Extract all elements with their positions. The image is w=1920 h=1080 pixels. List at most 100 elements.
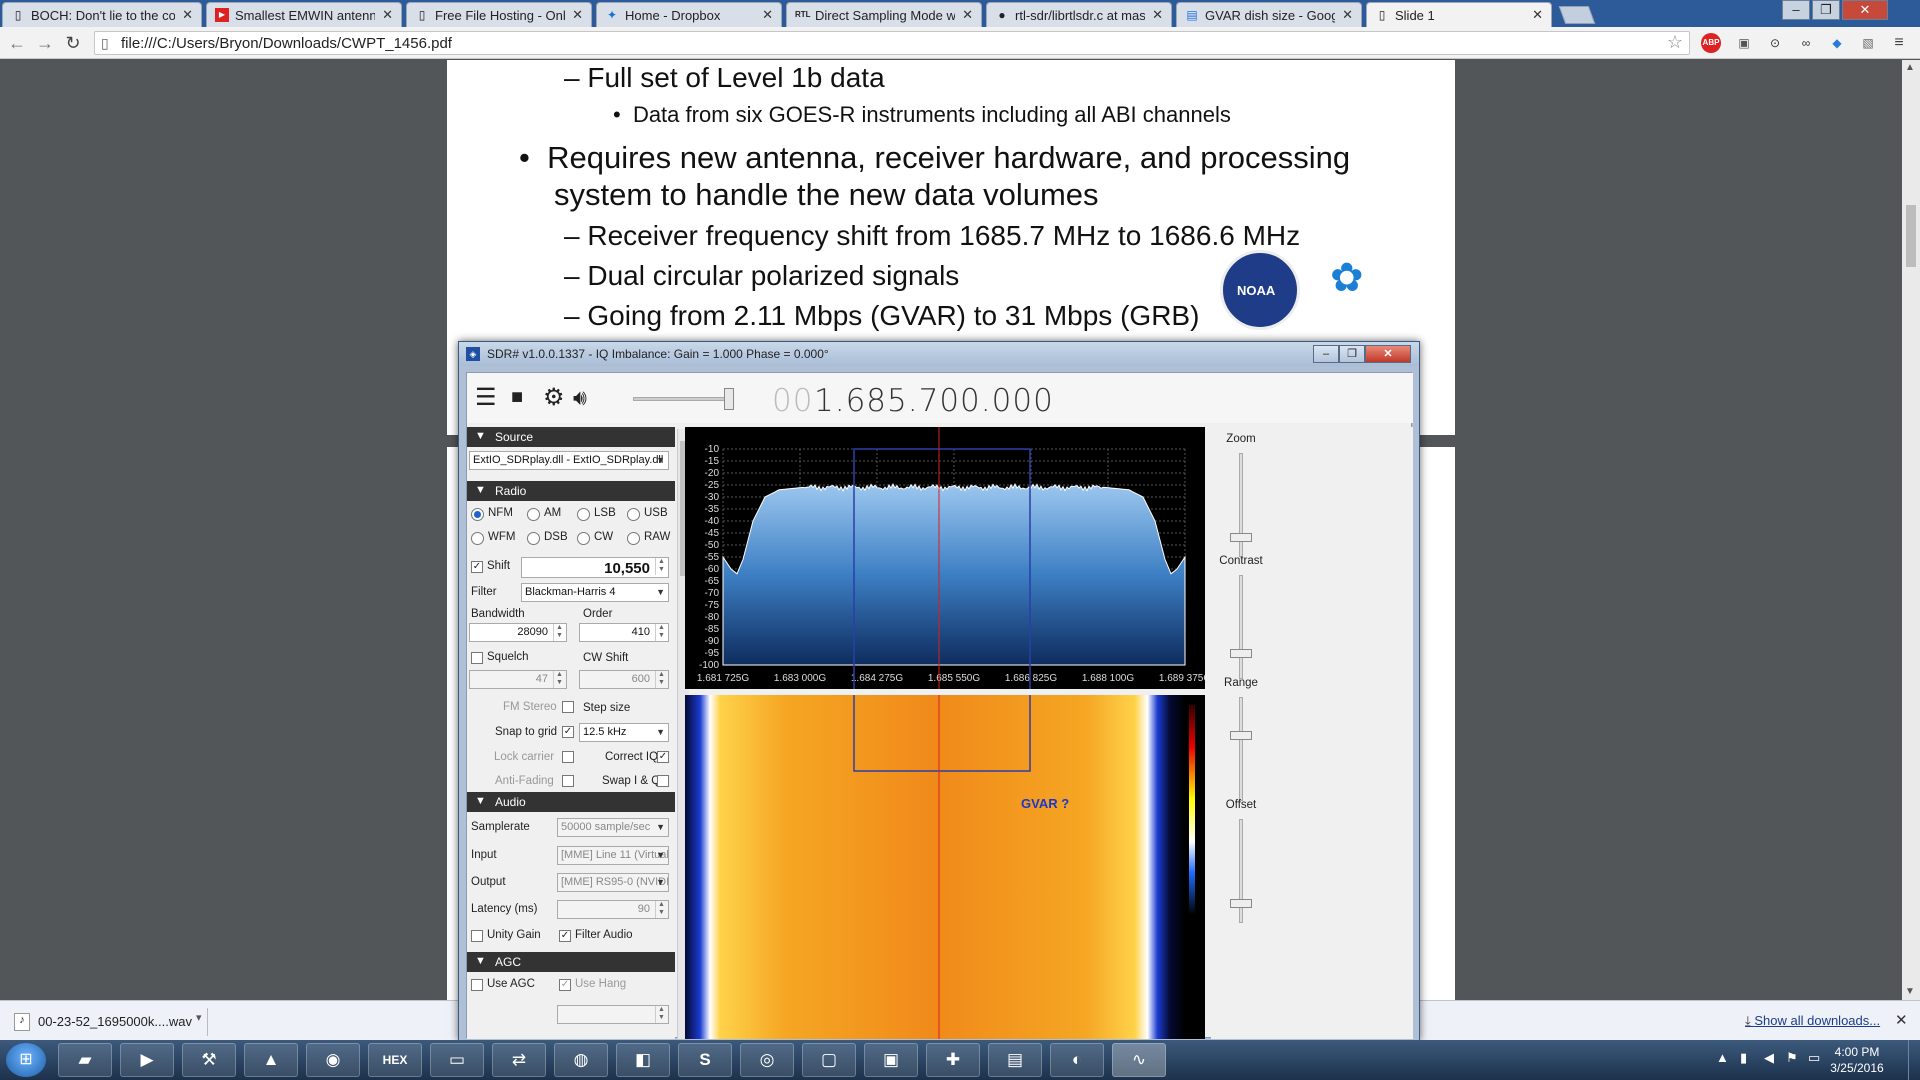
spinner-icon[interactable]: ▲ ▼ — [553, 671, 565, 688]
extension-icon[interactable]: ▣ — [1734, 33, 1754, 53]
snap-checkbox[interactable]: ✓ — [562, 726, 574, 738]
order-input[interactable]: 410 ▲ ▼ — [579, 623, 669, 642]
menu-icon[interactable]: ≡ — [1889, 33, 1909, 53]
zoom-slider-knob[interactable] — [1230, 533, 1252, 542]
cwshift-input[interactable]: 600 ▲ ▼ — [579, 670, 669, 689]
unitygain-checkbox[interactable] — [471, 930, 483, 942]
scrollbar-thumb[interactable] — [1906, 205, 1916, 267]
disc-icon[interactable]: ◐ — [1050, 1043, 1104, 1077]
satellite-icon[interactable]: ◍ — [554, 1043, 608, 1077]
stepsize-select[interactable]: 12.5 kHz ▼ — [579, 723, 669, 742]
radio-icon[interactable]: ◎ — [740, 1043, 794, 1077]
new-tab-button[interactable] — [1558, 6, 1596, 24]
cmd-icon[interactable]: ▭ — [430, 1043, 484, 1077]
settings-icon[interactable]: ⚒ — [182, 1043, 236, 1077]
agc-section-header[interactable]: ▼ AGC — [467, 952, 675, 972]
offset-slider-knob[interactable] — [1230, 899, 1252, 908]
speaker-icon[interactable]: 🔊︎ — [573, 385, 587, 411]
samplerate-select[interactable]: 50000 sample/sec ▼ — [557, 818, 669, 837]
range-slider-knob[interactable] — [1230, 731, 1252, 740]
spinner-icon[interactable]: ▲ ▼ — [655, 558, 667, 575]
tab-close-icon[interactable]: ✕ — [962, 7, 973, 23]
shift-input[interactable]: 10,550 ▲ ▼ — [521, 557, 669, 578]
mode-wfm-radio[interactable]: WFM — [471, 531, 515, 545]
useagc-checkbox[interactable] — [471, 979, 483, 991]
bandwidth-input[interactable]: 28090 ▲ ▼ — [469, 623, 567, 642]
sdr-icon[interactable]: ∿ — [1112, 1043, 1166, 1077]
tab-slide1[interactable]: ▯ Slide 1 ✕ — [1366, 2, 1552, 27]
flag-tray-icon[interactable]: ⚑ — [1786, 1050, 1798, 1066]
game-icon[interactable]: ✚ — [926, 1043, 980, 1077]
spinner-icon[interactable]: ▲ ▼ — [655, 1006, 667, 1023]
extension-icon[interactable]: ◆ — [1827, 33, 1847, 53]
mode-usb-radio[interactable]: USB — [627, 507, 668, 521]
shift-checkbox[interactable]: ✓ — [471, 561, 483, 573]
scroll-down-icon[interactable]: ▼ — [1905, 986, 1915, 997]
tab-emwin[interactable]: ▶ Smallest EMWIN antenna ✕ — [206, 2, 402, 27]
show-desktop-button[interactable] — [1908, 1040, 1920, 1080]
squelch-checkbox[interactable] — [471, 652, 483, 664]
network-icon[interactable]: ⇄ — [492, 1043, 546, 1077]
back-arrow-icon[interactable]: ← — [6, 32, 28, 54]
maximize-button[interactable]: ❐ — [1812, 0, 1840, 20]
tab-close-icon[interactable]: ✕ — [572, 7, 583, 23]
mode-nfm-radio[interactable]: NFM — [471, 507, 513, 521]
mode-cw-radio[interactable]: CW — [577, 531, 613, 545]
antifading-checkbox[interactable] — [562, 775, 574, 787]
source-device-select[interactable]: ExtIO_SDRplay.dll - ExtIO_SDRplay.dll ▼ — [469, 451, 669, 470]
minimize-button[interactable]: ‒ — [1782, 0, 1810, 20]
contrast-slider-knob[interactable] — [1230, 649, 1252, 658]
address-bar[interactable]: ▯ file:///C:/Users/Bryon/Downloads/CWPT_… — [94, 31, 1690, 55]
scroll-up-icon[interactable]: ▲ — [1905, 62, 1915, 73]
sdr-minimize-button[interactable]: ‒ — [1313, 345, 1339, 363]
network-tray-icon[interactable]: ▮ — [1740, 1050, 1747, 1066]
chrome-icon[interactable]: ◉ — [306, 1043, 360, 1077]
skype-icon[interactable]: S — [678, 1043, 732, 1077]
monitor-tray-icon[interactable]: ▭ — [1808, 1050, 1820, 1066]
tab-filehosting[interactable]: ▯Free File Hosting - Online✕ — [406, 2, 592, 27]
tab-github[interactable]: ● rtl-sdr/librtlsdr.c at maste ✕ — [986, 2, 1172, 27]
slider-knob[interactable] — [724, 388, 734, 410]
vlc-icon[interactable]: ▲ — [244, 1043, 298, 1077]
input-device-select[interactable]: [MME] Line 11 (Virtual ▼ — [557, 846, 669, 865]
sdr-close-button[interactable]: ✕ — [1365, 345, 1411, 363]
radio-section-header[interactable]: ▼ Radio — [467, 481, 675, 501]
tab-dropbox[interactable]: ✦ Home - Dropbox ✕ — [596, 2, 782, 27]
window2-icon[interactable]: ▣ — [864, 1043, 918, 1077]
waterfall-display[interactable]: GVAR ? — [685, 695, 1205, 1039]
tab-direct-sampling[interactable]: RTL Direct Sampling Mode wi ✕ — [786, 2, 982, 27]
range-slider-track[interactable] — [1239, 697, 1243, 801]
adblock-icon[interactable]: ABP — [1701, 33, 1721, 53]
filter-select[interactable]: Blackman-Harris 4 ▼ — [521, 583, 669, 602]
mode-lsb-radio[interactable]: LSB — [577, 507, 616, 521]
frequency-display[interactable]: 1.685.700.000 — [814, 383, 1054, 419]
explorer-icon[interactable]: ▰ — [58, 1043, 112, 1077]
tab-close-icon[interactable]: ✕ — [1342, 7, 1353, 23]
mode-raw-radio[interactable]: RAW — [627, 531, 670, 545]
hex-icon[interactable]: HEX — [368, 1043, 422, 1077]
bookmark-star-icon[interactable]: ☆ — [1667, 32, 1683, 53]
chevron-down-icon[interactable]: ▾ — [196, 1011, 202, 1024]
frequency-prefix[interactable]: 00 — [772, 383, 813, 419]
terminal-icon[interactable]: ▤ — [988, 1043, 1042, 1077]
spectrum-analyzer[interactable]: -10 -15 -20 -25 -30 -35 -40 -45 -50 -55 -60 -65 -70-… — [685, 427, 1211, 772]
tray-expand-icon[interactable]: ▲ — [1716, 1050, 1729, 1065]
mode-dsb-radio[interactable]: DSB — [527, 531, 568, 545]
menu-icon[interactable]: ☰ — [475, 383, 497, 412]
agc-threshold-input[interactable]: ▲ ▼ — [557, 1005, 669, 1024]
window-icon[interactable]: ▢ — [802, 1043, 856, 1077]
waterfall-plot[interactable]: GVAR ? — [685, 695, 1205, 1039]
volume-slider[interactable] — [633, 388, 734, 410]
extension-icon[interactable]: ⊙ — [1765, 33, 1785, 53]
volume-tray-icon[interactable]: ◀ — [1764, 1050, 1774, 1066]
tab-google[interactable]: ▤GVAR dish size - Google S✕ — [1176, 2, 1362, 27]
source-section-header[interactable]: ▼ Source — [467, 427, 675, 447]
mode-am-radio[interactable]: AM — [527, 507, 561, 521]
spinner-icon[interactable]: ▲ ▼ — [655, 671, 667, 688]
tab-close-icon[interactable]: ✕ — [1532, 7, 1543, 23]
tab-close-icon[interactable]: ✕ — [762, 7, 773, 23]
forward-arrow-icon[interactable]: → — [34, 32, 56, 54]
show-all-downloads-link[interactable]: ⤓ Show all downloads... — [1745, 1013, 1880, 1029]
spectrum-plot[interactable]: -10-15-20-25-30-35-40-45-50-55-60-65-70-… — [685, 427, 1211, 772]
tab-boch[interactable]: ▯ BOCH: Don't lie to the cop ✕ — [2, 2, 202, 27]
